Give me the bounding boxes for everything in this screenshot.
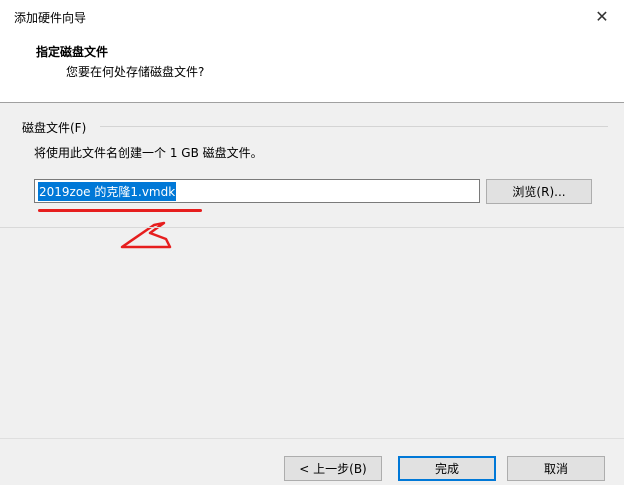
disk-file-value[interactable]: 2019zoe 的克隆1.vmdk [38, 181, 177, 201]
wizard-body: 磁盘文件(F) 将使用此文件名创建一个 1 GB 磁盘文件。 2019zoe 的… [0, 103, 624, 438]
back-button[interactable]: < 上一步(B) [284, 456, 382, 481]
annotation-arrow-icon [120, 221, 172, 249]
title-bar: 添加硬件向导 ✕ [0, 0, 624, 32]
disk-file-group-label: 磁盘文件(F) [22, 119, 91, 136]
body-divider [0, 227, 624, 228]
cancel-button[interactable]: 取消 [507, 456, 605, 481]
browse-button[interactable]: 浏览(R)... [486, 179, 592, 204]
annotation-underline [38, 209, 202, 212]
wizard-header: 指定磁盘文件 您要在何处存储磁盘文件? [0, 32, 624, 102]
window-title: 添加硬件向导 [14, 11, 87, 25]
group-divider [100, 126, 608, 127]
page-title: 指定磁盘文件 [36, 45, 109, 59]
close-icon[interactable]: ✕ [588, 4, 616, 28]
disk-file-description: 将使用此文件名创建一个 1 GB 磁盘文件。 [34, 146, 263, 160]
page-subtitle: 您要在何处存储磁盘文件? [66, 65, 205, 79]
disk-file-input[interactable]: 2019zoe 的克隆1.vmdk [34, 179, 480, 203]
wizard-footer: < 上一步(B) 完成 取消 [0, 438, 624, 485]
finish-button[interactable]: 完成 [398, 456, 496, 481]
